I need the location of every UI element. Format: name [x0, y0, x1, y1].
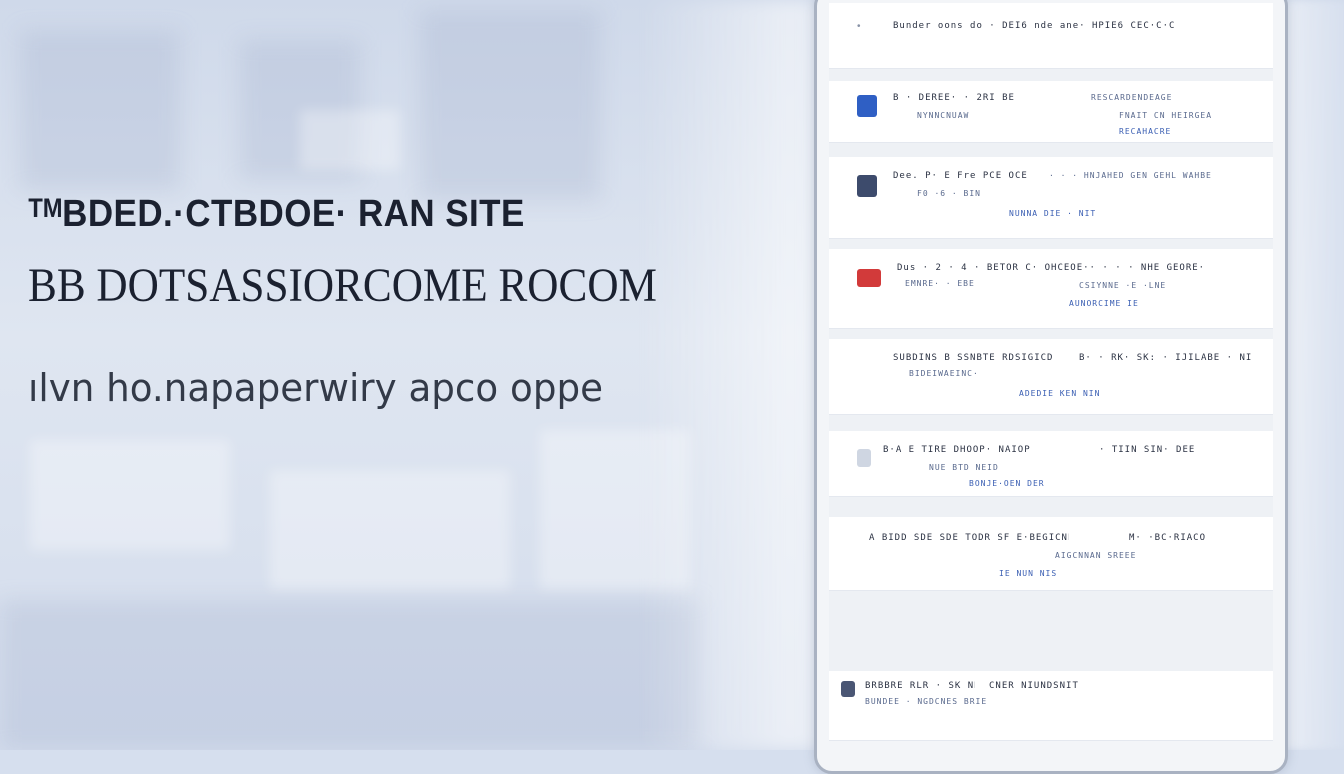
list-item[interactable]: B · DEREE· · 2RI BE NYNNCNUAW RESCARDEND… [829, 81, 1273, 143]
list-item-subtitle: EMNRE· · EBE [905, 279, 975, 288]
red-square-icon [857, 269, 881, 287]
list-item-meta: B· · RK· SK: · IJILABE · NI [1079, 353, 1253, 363]
list-item-meta: M· ·BC·RIACO [1129, 533, 1207, 543]
headline: ᵀᴹBDED.·CTBDOE· RAN SITE BB DOTSASSIORCO… [28, 192, 748, 410]
list-item-link[interactable]: ADEDIE KEN NIN [1019, 389, 1139, 398]
list-item-subtitle: NUE BTD NEID [929, 463, 999, 472]
list-item[interactable]: Dee. P· E Fre PCE OCE F0 ·6 · BIN · · · … [829, 157, 1273, 239]
list-item-link[interactable]: RECAHACRE [1119, 127, 1219, 136]
list-item-subtitle: AIGCNNAN SREEE [1055, 551, 1137, 560]
list-item-title: Dee. P· E Fre PCE OCE [893, 171, 1028, 181]
list-item-meta: CNER NIUNDSNIT [989, 681, 1079, 691]
list-item-meta: CSIYNNE ·E ·LNE [1079, 281, 1167, 290]
app-icon [857, 95, 877, 117]
list-item-title: BRBBRE RLR · SK NBDE · TWRS SDE NE· DPC [865, 681, 975, 691]
list-item-subtitle: F0 ·6 · BIN [917, 189, 981, 198]
list-item-subtitle: BIDEIWAEINC· [909, 369, 979, 378]
list-item-link[interactable]: AUNORCIME IE [1069, 299, 1189, 308]
bullet-icon: • [857, 21, 861, 32]
list-item-link[interactable]: IE NUN NIS [999, 569, 1109, 578]
list-item-title: B·A E TIRE DHOOP· NAIOP [883, 445, 1031, 455]
list-item-meta: RESCARDENDEAGE [1091, 93, 1173, 102]
list-item[interactable]: B·A E TIRE DHOOP· NAIOP · TIIN SIN· DEE … [829, 431, 1273, 497]
list-item-title: Bunder oons do · DEI6 nde ane· HPIE6 CEC… [893, 21, 1176, 31]
list-item[interactable]: SUBDINS B SSNBTE RDSIGICD B· · RK· SK: ·… [829, 339, 1273, 415]
list-item-title: Dus · 2 · 4 · BETOR C· OHCEOE·· · · · NH… [897, 263, 1206, 273]
headline-line-2: BB DOTSASSIORCOME ROCOM [28, 259, 657, 312]
list-item-link[interactable]: BONJE·OEN DER [969, 479, 1079, 488]
list-item[interactable]: Dus · 2 · 4 · BETOR C· OHCEOE·· · · · NH… [829, 249, 1273, 329]
list-item-link[interactable]: NUNNA DIE · NIT [1009, 209, 1129, 218]
document-icon [857, 175, 877, 197]
list-item-meta: · · · HNJAHED GEN GEHL WAHBE [1049, 171, 1212, 180]
list-item-meta: FNAIT CN HEIRGEA [1119, 111, 1213, 120]
list-item-title: A BIDD SDE SDE TODR SF E·BEGICNE· FOIE [869, 533, 1069, 543]
list-item[interactable]: A BIDD SDE SDE TODR SF E·BEGICNE· FOIE M… [829, 517, 1273, 591]
list-item[interactable]: • Bunder oons do · DEI6 nde ane· HPIE6 C… [829, 3, 1273, 69]
user-icon [841, 681, 855, 697]
phone-screen: • Bunder oons do · DEI6 nde ane· HPIE6 C… [814, 0, 1288, 774]
headline-line-1: ᵀᴹBDED.·CTBDOE· RAN SITE [28, 193, 525, 235]
list-item-title: SUBDINS B SSNBTE RDSIGICD [893, 353, 1054, 363]
feed-list: • Bunder oons do · DEI6 nde ane· HPIE6 C… [829, 3, 1273, 741]
list-item[interactable]: BRBBRE RLR · SK NBDE · TWRS SDE NE· DPC … [829, 671, 1273, 741]
list-item-meta: · TIIN SIN· DEE [1099, 445, 1196, 455]
list-item-title: B · DEREE· · 2RI BE [893, 93, 1015, 103]
headline-line-3: ılvn ho.napaperwiry apco oppe [28, 366, 604, 410]
list-item-subtitle: BUNDEE · NGDCNES BRIE [865, 697, 988, 706]
file-icon [857, 449, 871, 467]
list-item-subtitle: NYNNCNUAW [917, 111, 970, 120]
